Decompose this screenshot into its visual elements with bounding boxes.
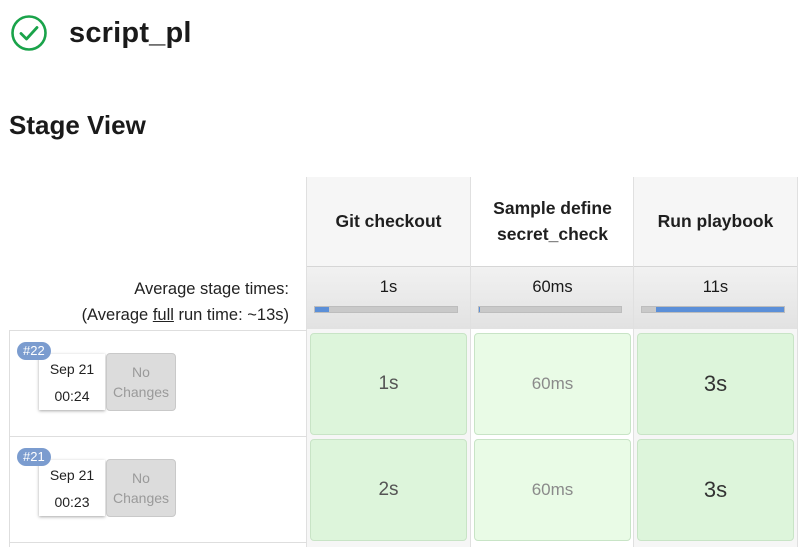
- stage-average-time: 60ms: [532, 278, 573, 296]
- stage-column-sample-define-secret-check: Sample define secret_check 60ms 60ms 60m…: [470, 177, 634, 547]
- build-number-badge[interactable]: #22: [17, 342, 51, 360]
- average-stage-times-label: Average stage times:: [134, 280, 289, 298]
- progress-fill: [479, 307, 481, 312]
- stage-cell[interactable]: 1s: [310, 333, 467, 435]
- stage-average-time: 11s: [702, 278, 729, 296]
- build-row: #22 Sep 21 00:24 No Changes: [9, 331, 307, 437]
- stage-average-cell: 11s: [634, 266, 797, 329]
- stage-average-cell: 1s: [307, 266, 470, 329]
- stage-view-title: Stage View: [9, 110, 146, 140]
- build-date-card: Sep 21 00:24: [39, 354, 105, 410]
- stage-average-progress: [314, 306, 458, 313]
- build-number-badge[interactable]: #21: [17, 448, 51, 466]
- full-run-time-link[interactable]: full: [153, 306, 174, 324]
- build-date-card: Sep 21 00:23: [39, 460, 105, 516]
- build-time: 00:23: [54, 494, 90, 510]
- check-circle-icon: [11, 15, 47, 51]
- job-header: script_pl: [10, 12, 192, 54]
- changes-button[interactable]: No Changes: [106, 353, 176, 411]
- average-run-time-label: (Average full run time: ~13s): [81, 306, 289, 324]
- stage-header: Run playbook: [657, 211, 774, 231]
- build-time: 00:24: [54, 388, 90, 404]
- stage-cell[interactable]: 3s: [637, 333, 794, 435]
- stage-column-run-playbook: Run playbook 11s 3s 3s: [633, 177, 798, 547]
- progress-fill: [656, 307, 784, 312]
- stage-column-git-checkout: Git checkout 1s 1s 2s: [306, 177, 470, 547]
- build-date: Sep 21: [49, 467, 95, 483]
- build-row: #21 Sep 21 00:23 No Changes: [9, 437, 307, 543]
- stage-cell[interactable]: 2s: [310, 439, 467, 541]
- stage-header: Git checkout: [335, 211, 442, 231]
- job-title: script_pl: [69, 16, 192, 49]
- build-date: Sep 21: [49, 361, 95, 377]
- changes-button[interactable]: No Changes: [106, 459, 176, 517]
- stage-average-progress: [641, 306, 785, 313]
- progress-fill: [315, 307, 330, 312]
- stage-cell[interactable]: 60ms: [474, 439, 631, 541]
- stage-cell[interactable]: 60ms: [474, 333, 631, 435]
- stage-average-progress: [478, 306, 622, 313]
- stage-average-cell: 60ms: [471, 266, 634, 329]
- stage-header: Sample define secret_check: [493, 198, 612, 244]
- stage-average-time: 1s: [379, 278, 398, 296]
- stage-cell[interactable]: 3s: [637, 439, 794, 541]
- stage-table: Git checkout 1s 1s 2s Sample define secr…: [306, 177, 798, 547]
